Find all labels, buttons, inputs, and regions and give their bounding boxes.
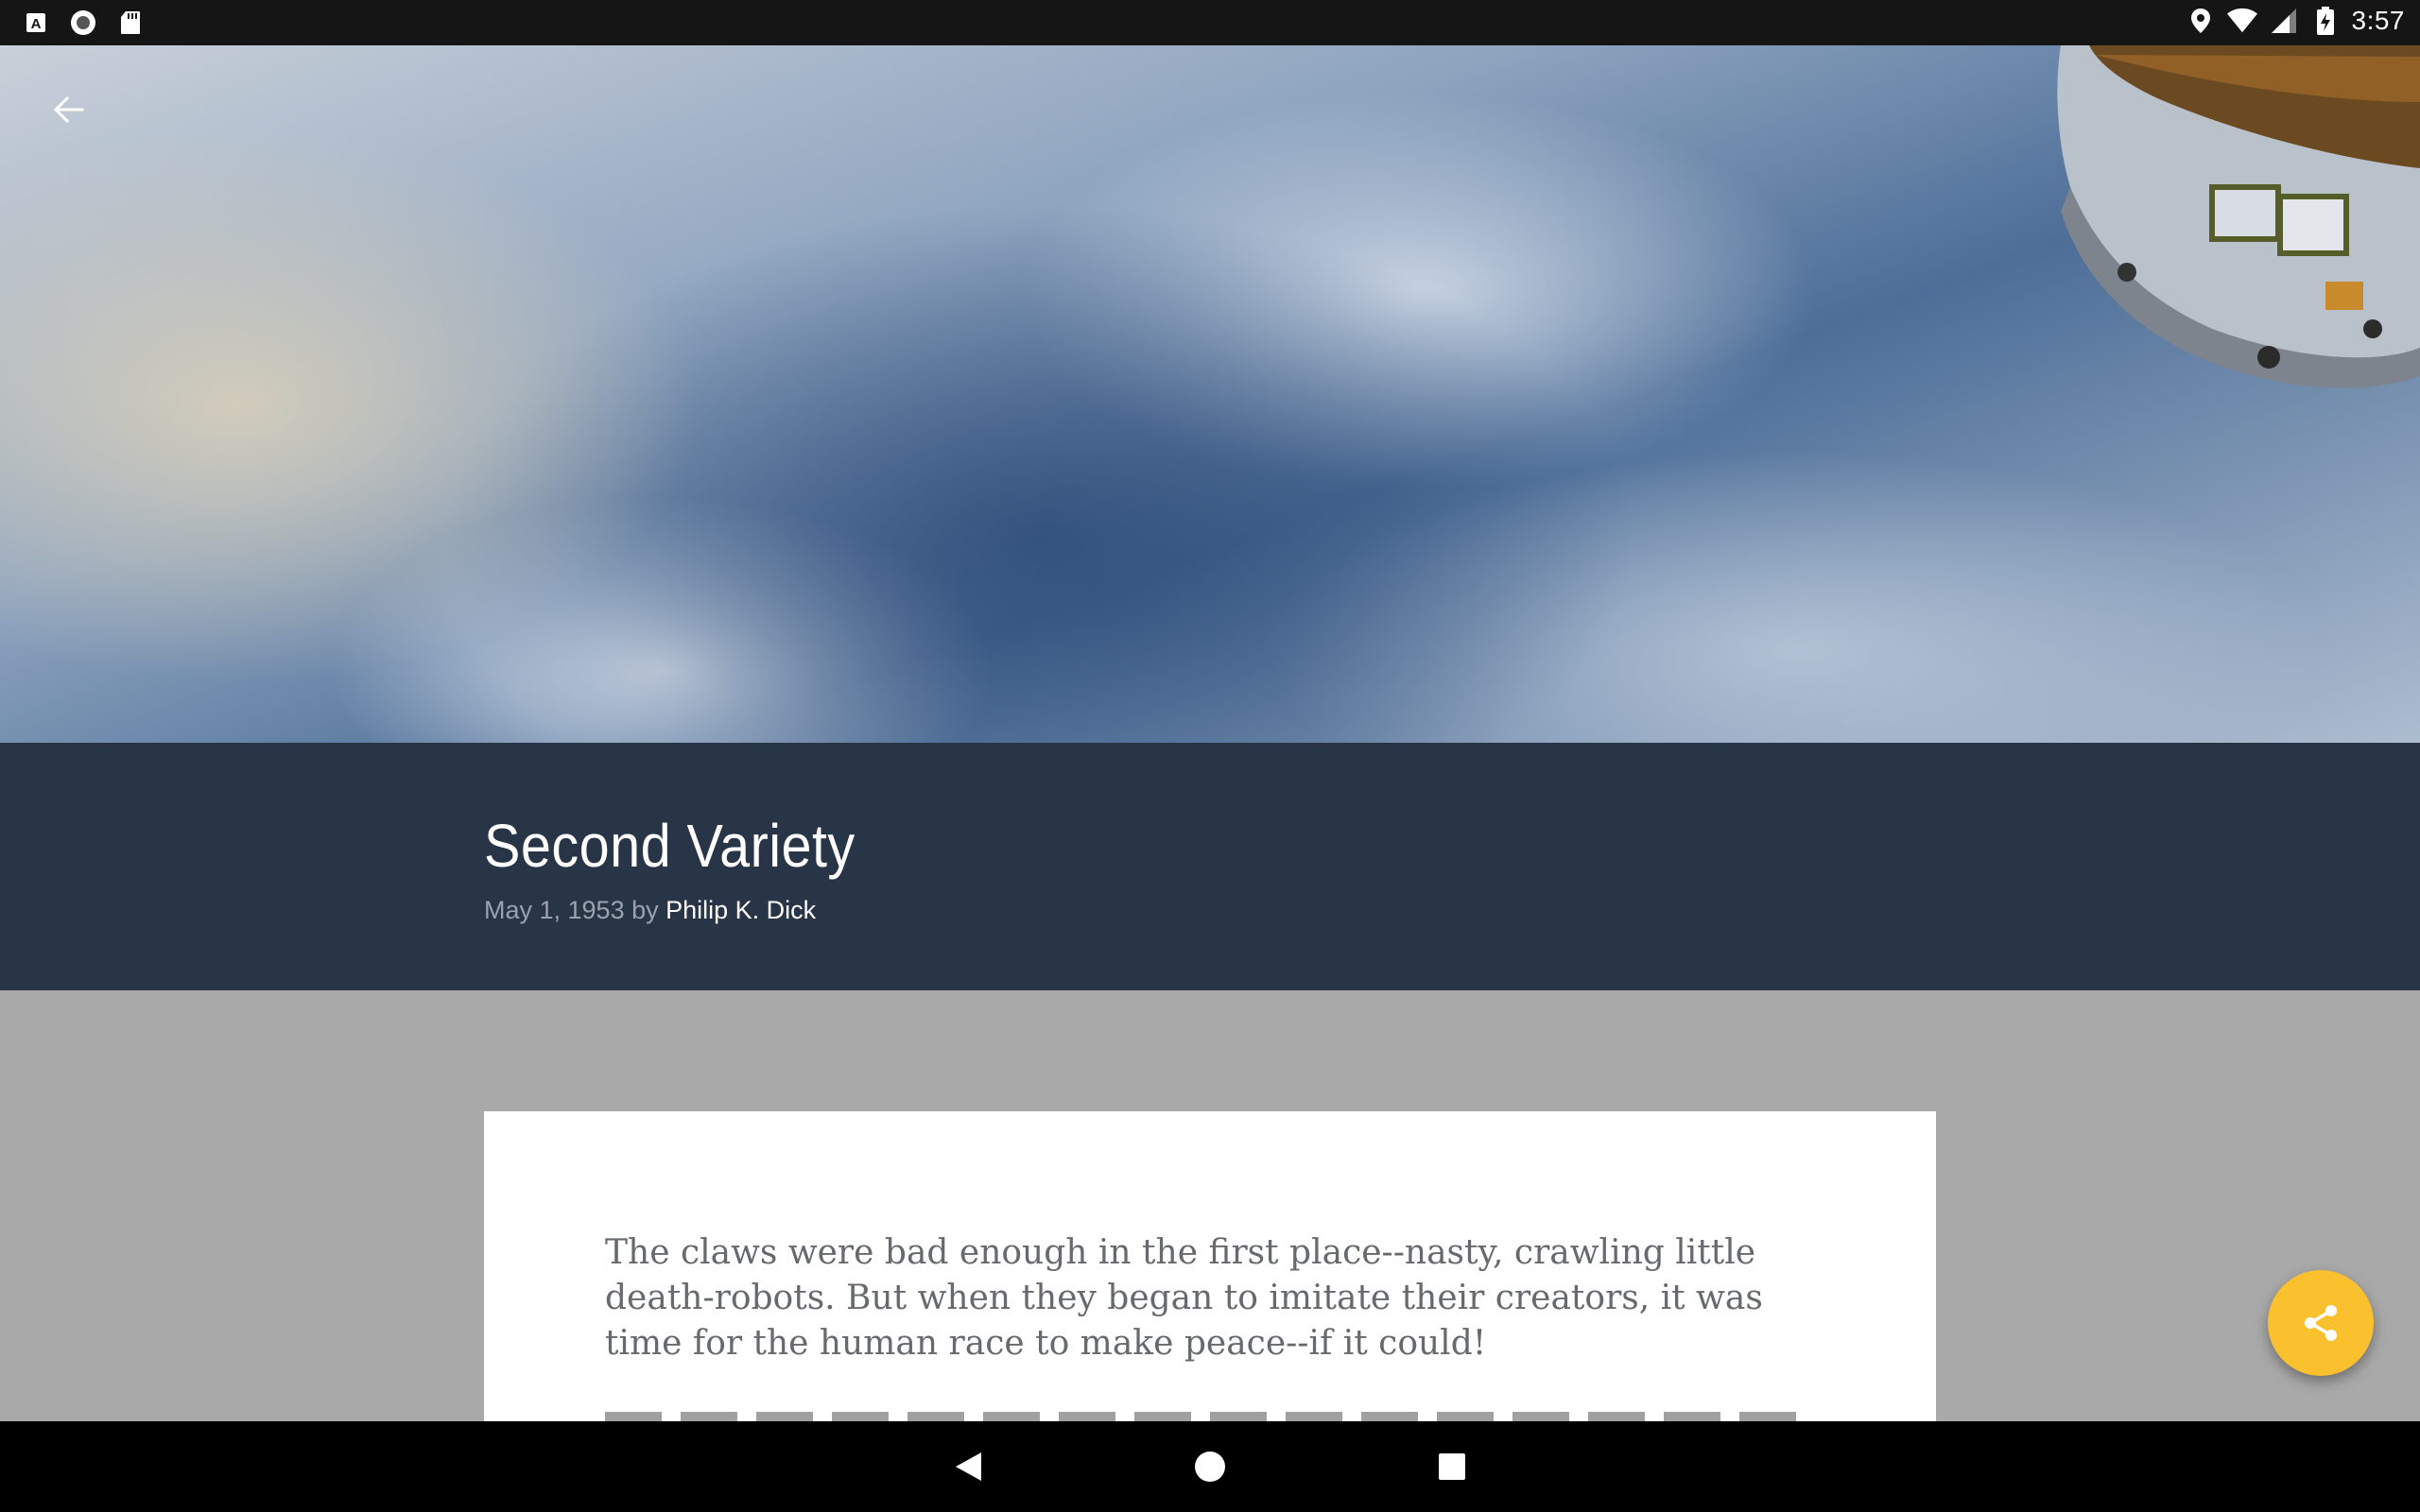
article-title: Second Variety (484, 812, 856, 880)
battery-charging-icon (2310, 6, 2341, 36)
status-bar-system: 3:57 (2186, 6, 2406, 36)
back-triangle-icon (956, 1452, 981, 1481)
article-card: The claws were bad enough in the first p… (484, 1111, 1936, 1421)
cell-signal-icon (2269, 6, 2299, 36)
article-header (0, 743, 2420, 990)
arrow-back-icon (53, 95, 84, 124)
status-bar-notifications: A (21, 8, 146, 38)
back-button[interactable] (42, 83, 95, 136)
article-meta: May 1, 1953 by Philip K. Dick (484, 896, 816, 925)
home-circle-icon (1195, 1452, 1225, 1482)
nav-recents-button[interactable] (1429, 1444, 1475, 1489)
hero-image (0, 45, 2420, 743)
share-button[interactable] (2268, 1270, 2374, 1376)
status-bar: A 3:57 (0, 0, 2420, 45)
recents-square-icon (1439, 1453, 1465, 1480)
location-icon (2186, 6, 2216, 36)
text-a-notification-icon: A (21, 8, 51, 38)
article-date: May 1, 1953 (484, 896, 625, 924)
share-icon (2305, 1305, 2337, 1341)
nav-back-button[interactable] (945, 1444, 991, 1489)
navigation-bar (0, 1421, 2420, 1512)
space-station-image (2057, 45, 2420, 388)
article-lead-paragraph: The claws were bad enough in the first p… (605, 1233, 1763, 1363)
article-author: Philip K. Dick (666, 896, 817, 924)
clock: 3:57 (2351, 6, 2405, 35)
next-paragraph-cut-off (605, 1412, 1815, 1421)
svg-text:A: A (31, 16, 42, 32)
article-by: by (624, 896, 666, 924)
wifi-icon (2226, 6, 2257, 36)
sd-card-icon (115, 8, 146, 38)
record-notification-icon (68, 8, 98, 38)
nav-home-button[interactable] (1187, 1444, 1233, 1489)
